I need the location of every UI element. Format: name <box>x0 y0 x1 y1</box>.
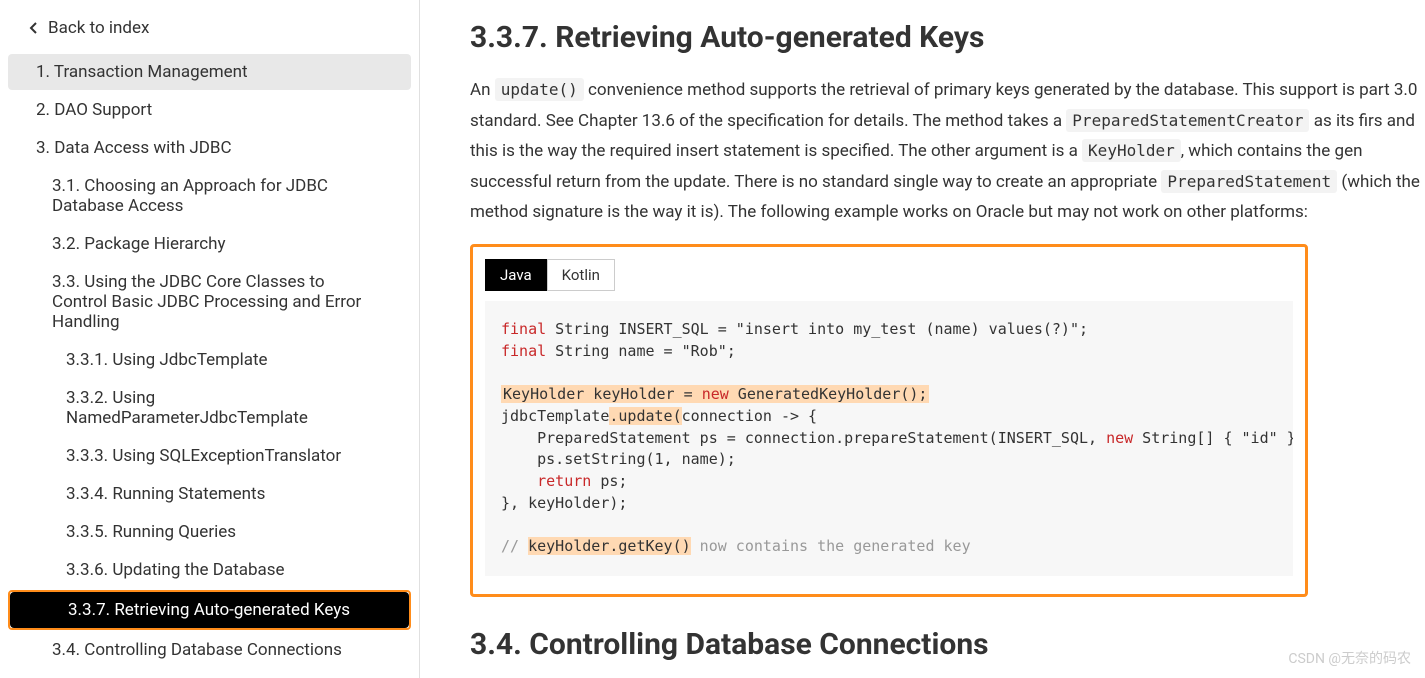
nav-item-1[interactable]: 2. DAO Support <box>8 92 411 128</box>
nav-item-2[interactable]: 3. Data Access with JDBC <box>8 130 411 166</box>
intro-paragraph: An update() convenience method supports … <box>470 75 1425 228</box>
watermark: CSDN @无奈的码农 <box>1288 648 1411 668</box>
code-example-box: Java Kotlin final String INSERT_SQL = "i… <box>470 244 1308 597</box>
code-tabs: Java Kotlin <box>485 259 1305 291</box>
section-heading-34: 3.4. Controlling Database Connections <box>470 627 1425 662</box>
nav-item-12[interactable]: 3.3.7. Retrieving Auto-generated Keys <box>10 592 409 628</box>
code-ps: PreparedStatement <box>1161 170 1337 193</box>
nav-item-4[interactable]: 3.2. Package Hierarchy <box>8 226 411 262</box>
code-psc: PreparedStatementCreator <box>1066 109 1309 132</box>
chevron-left-icon <box>28 22 40 34</box>
nav-item-5[interactable]: 3.3. Using the JDBC Core Classes to Cont… <box>8 264 411 340</box>
code-keyholder: KeyHolder <box>1082 139 1181 162</box>
nav-item-9[interactable]: 3.3.4. Running Statements <box>8 476 411 512</box>
nav-item-13[interactable]: 3.4. Controlling Database Connections <box>8 632 411 668</box>
nav-item-0[interactable]: 1. Transaction Management <box>8 54 411 90</box>
code-block: final String INSERT_SQL = "insert into m… <box>485 301 1293 576</box>
nav-item-6[interactable]: 3.3.1. Using JdbcTemplate <box>8 342 411 378</box>
nav-item-8[interactable]: 3.3.3. Using SQLExceptionTranslator <box>8 438 411 474</box>
back-label: Back to index <box>48 18 149 38</box>
sidebar: Back to index 1. Transaction Management2… <box>0 0 420 678</box>
nav-item-14[interactable]: 3.5. JDBC Batch Operations <box>8 670 411 678</box>
code-update: update() <box>495 78 584 101</box>
nav-item-3[interactable]: 3.1. Choosing an Approach for JDBC Datab… <box>8 168 411 224</box>
back-to-index-link[interactable]: Back to index <box>0 10 419 46</box>
nav-item-10[interactable]: 3.3.5. Running Queries <box>8 514 411 550</box>
tab-kotlin[interactable]: Kotlin <box>547 259 615 291</box>
tab-java[interactable]: Java <box>485 259 547 291</box>
main-content: 3.3.7. Retrieving Auto-generated Keys An… <box>420 0 1425 678</box>
nav-item-11[interactable]: 3.3.6. Updating the Database <box>8 552 411 588</box>
section-heading-337: 3.3.7. Retrieving Auto-generated Keys <box>470 20 1425 55</box>
nav-item-7[interactable]: 3.3.2. Using NamedParameterJdbcTemplate <box>8 380 411 436</box>
nav-highlight-box: 3.3.7. Retrieving Auto-generated Keys <box>8 590 411 630</box>
